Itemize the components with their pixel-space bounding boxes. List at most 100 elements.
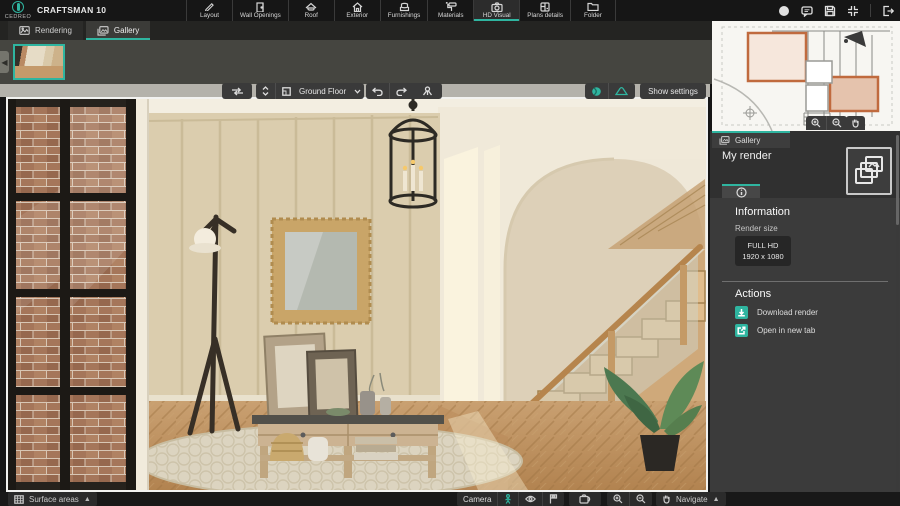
bottom-bar: Surface areas ▲ Camera Navigate ▲ [0, 492, 900, 506]
undo-icon [372, 87, 383, 96]
minimap-zoom-out-button[interactable] [826, 116, 847, 130]
hd-render-image [8, 99, 706, 490]
information-tab[interactable] [722, 184, 760, 198]
main-menu: Layout Wall Openings Roof Exterior Furni… [186, 0, 616, 21]
house-icon [352, 1, 363, 12]
zoom-out-button[interactable] [629, 492, 652, 506]
chevron-down-icon [354, 89, 361, 94]
pencil-icon [204, 2, 215, 11]
camera-tripod-icon [422, 86, 432, 96]
sphere-view-button[interactable] [585, 83, 608, 99]
tab-gallery[interactable]: Gallery [85, 21, 151, 40]
show-settings-button[interactable]: Show settings [640, 83, 706, 99]
render-stack-thumbnail[interactable] [846, 147, 892, 195]
view-tabs: Rendering Gallery [0, 21, 712, 40]
save-icon[interactable] [824, 5, 836, 17]
show-settings-group: Show settings [640, 83, 706, 99]
surface-areas-button[interactable]: Surface areas ▲ [8, 492, 97, 506]
compare-views-button[interactable] [222, 83, 252, 99]
panel-scrollbar-thumb[interactable] [896, 135, 899, 225]
render-viewport[interactable] [6, 97, 708, 492]
information-heading: Information [735, 206, 791, 218]
menu-folder[interactable]: Folder [569, 0, 616, 21]
undo-button[interactable] [366, 83, 389, 99]
gallery-panel-tab[interactable]: Gallery [712, 131, 790, 148]
chevron-up-icon: ▲ [83, 495, 91, 503]
information-panel-body: Information Render size FULL HD 1920 x 1… [710, 198, 900, 497]
menu-furnishings[interactable]: Furnishings [379, 0, 428, 21]
switch-camera-button[interactable] [569, 492, 601, 506]
logout-icon[interactable] [882, 5, 894, 17]
render-thumbnail-selected[interactable] [13, 44, 65, 80]
floorplan-minimap[interactable] [712, 21, 900, 131]
redo-icon [396, 87, 407, 96]
download-icon [735, 306, 748, 319]
redo-button[interactable] [389, 83, 413, 99]
menu-hd-visual[interactable]: HD Visual [473, 0, 520, 21]
center-view-icon[interactable] [847, 5, 859, 17]
menu-layout[interactable]: Layout [186, 0, 232, 21]
view-zoom-group [607, 492, 652, 506]
menu-roof[interactable]: Roof [287, 0, 334, 21]
panorama-icon [615, 87, 628, 96]
floor-stepper[interactable] [256, 83, 275, 99]
render-size-line1: FULL HD [747, 241, 779, 250]
zoom-out-icon [832, 118, 842, 128]
render-size-label: Render size [735, 224, 778, 233]
elevation-view-icon [550, 494, 558, 504]
folder-icon [587, 2, 599, 11]
actions-heading: Actions [735, 288, 772, 300]
info-icon [735, 186, 747, 198]
roof-icon [305, 2, 317, 11]
zoom-in-icon [811, 118, 821, 128]
floor-stepper-icon [262, 86, 269, 96]
camera-label: Camera [463, 494, 492, 504]
tab-rendering[interactable]: Rendering [8, 21, 83, 40]
panorama-button[interactable] [608, 83, 634, 99]
external-link-icon [735, 324, 748, 337]
menu-materials[interactable]: Materials [427, 0, 473, 21]
project-name: CRAFTSMAN 10 [37, 5, 107, 15]
menu-wall-openings[interactable]: Wall Openings [232, 0, 288, 21]
door-icon [255, 1, 265, 12]
cedreo-logo-icon [12, 1, 24, 13]
camera-icon [491, 1, 503, 12]
walkthrough-person-icon [505, 494, 512, 504]
thumbnail-strip: ◀ [0, 40, 712, 84]
navigate-button[interactable]: Navigate ▲ [656, 492, 726, 506]
svg-text:?: ? [782, 6, 787, 15]
render-size-card[interactable]: FULL HD 1920 x 1080 [735, 236, 791, 266]
cedreo-logo: CEDREO [4, 0, 32, 21]
plan-icon [540, 1, 550, 12]
gallery-panel: Gallery My render Information Render siz… [710, 131, 900, 497]
floor-selector-dropdown[interactable]: Ground Floor [275, 83, 367, 99]
elevation-view-button[interactable] [542, 492, 564, 506]
collapse-strip-handle[interactable]: ◀ [0, 51, 9, 73]
walkthrough-view-button[interactable] [497, 492, 518, 506]
menu-exterior[interactable]: Exterior [333, 0, 380, 21]
rendering-icon [19, 26, 30, 35]
render-mode-group [585, 83, 635, 99]
camera-mode-group: Camera [457, 492, 565, 506]
minimap-pan-button[interactable] [846, 116, 865, 130]
cedreo-app: CEDREO CRAFTSMAN 10 Layout Wall Openings… [0, 0, 900, 506]
sphere-view-icon [592, 86, 601, 96]
gallery-icon [97, 25, 109, 36]
render-title: My render [722, 150, 772, 162]
camera-tripod-button[interactable] [412, 83, 442, 99]
minimap-zoom-in-button[interactable] [806, 116, 826, 130]
open-in-new-tab-button[interactable]: Open in new tab [735, 324, 815, 337]
minimap-zoom-controls [806, 116, 847, 130]
menu-plans-details[interactable]: Plans details [519, 0, 570, 21]
zoom-in-button[interactable] [607, 492, 629, 506]
gallery-icon [719, 136, 730, 145]
download-render-button[interactable]: Download render [735, 306, 818, 319]
minimap-pan-control [846, 116, 865, 130]
zoom-out-icon [636, 494, 646, 504]
brand-label: CEDREO [4, 14, 32, 20]
switch-camera-icon [579, 494, 591, 504]
chat-icon[interactable] [801, 5, 813, 17]
compare-icon [231, 87, 243, 95]
aerial-view-button[interactable] [518, 492, 542, 506]
help-icon[interactable]: ? [778, 5, 790, 17]
